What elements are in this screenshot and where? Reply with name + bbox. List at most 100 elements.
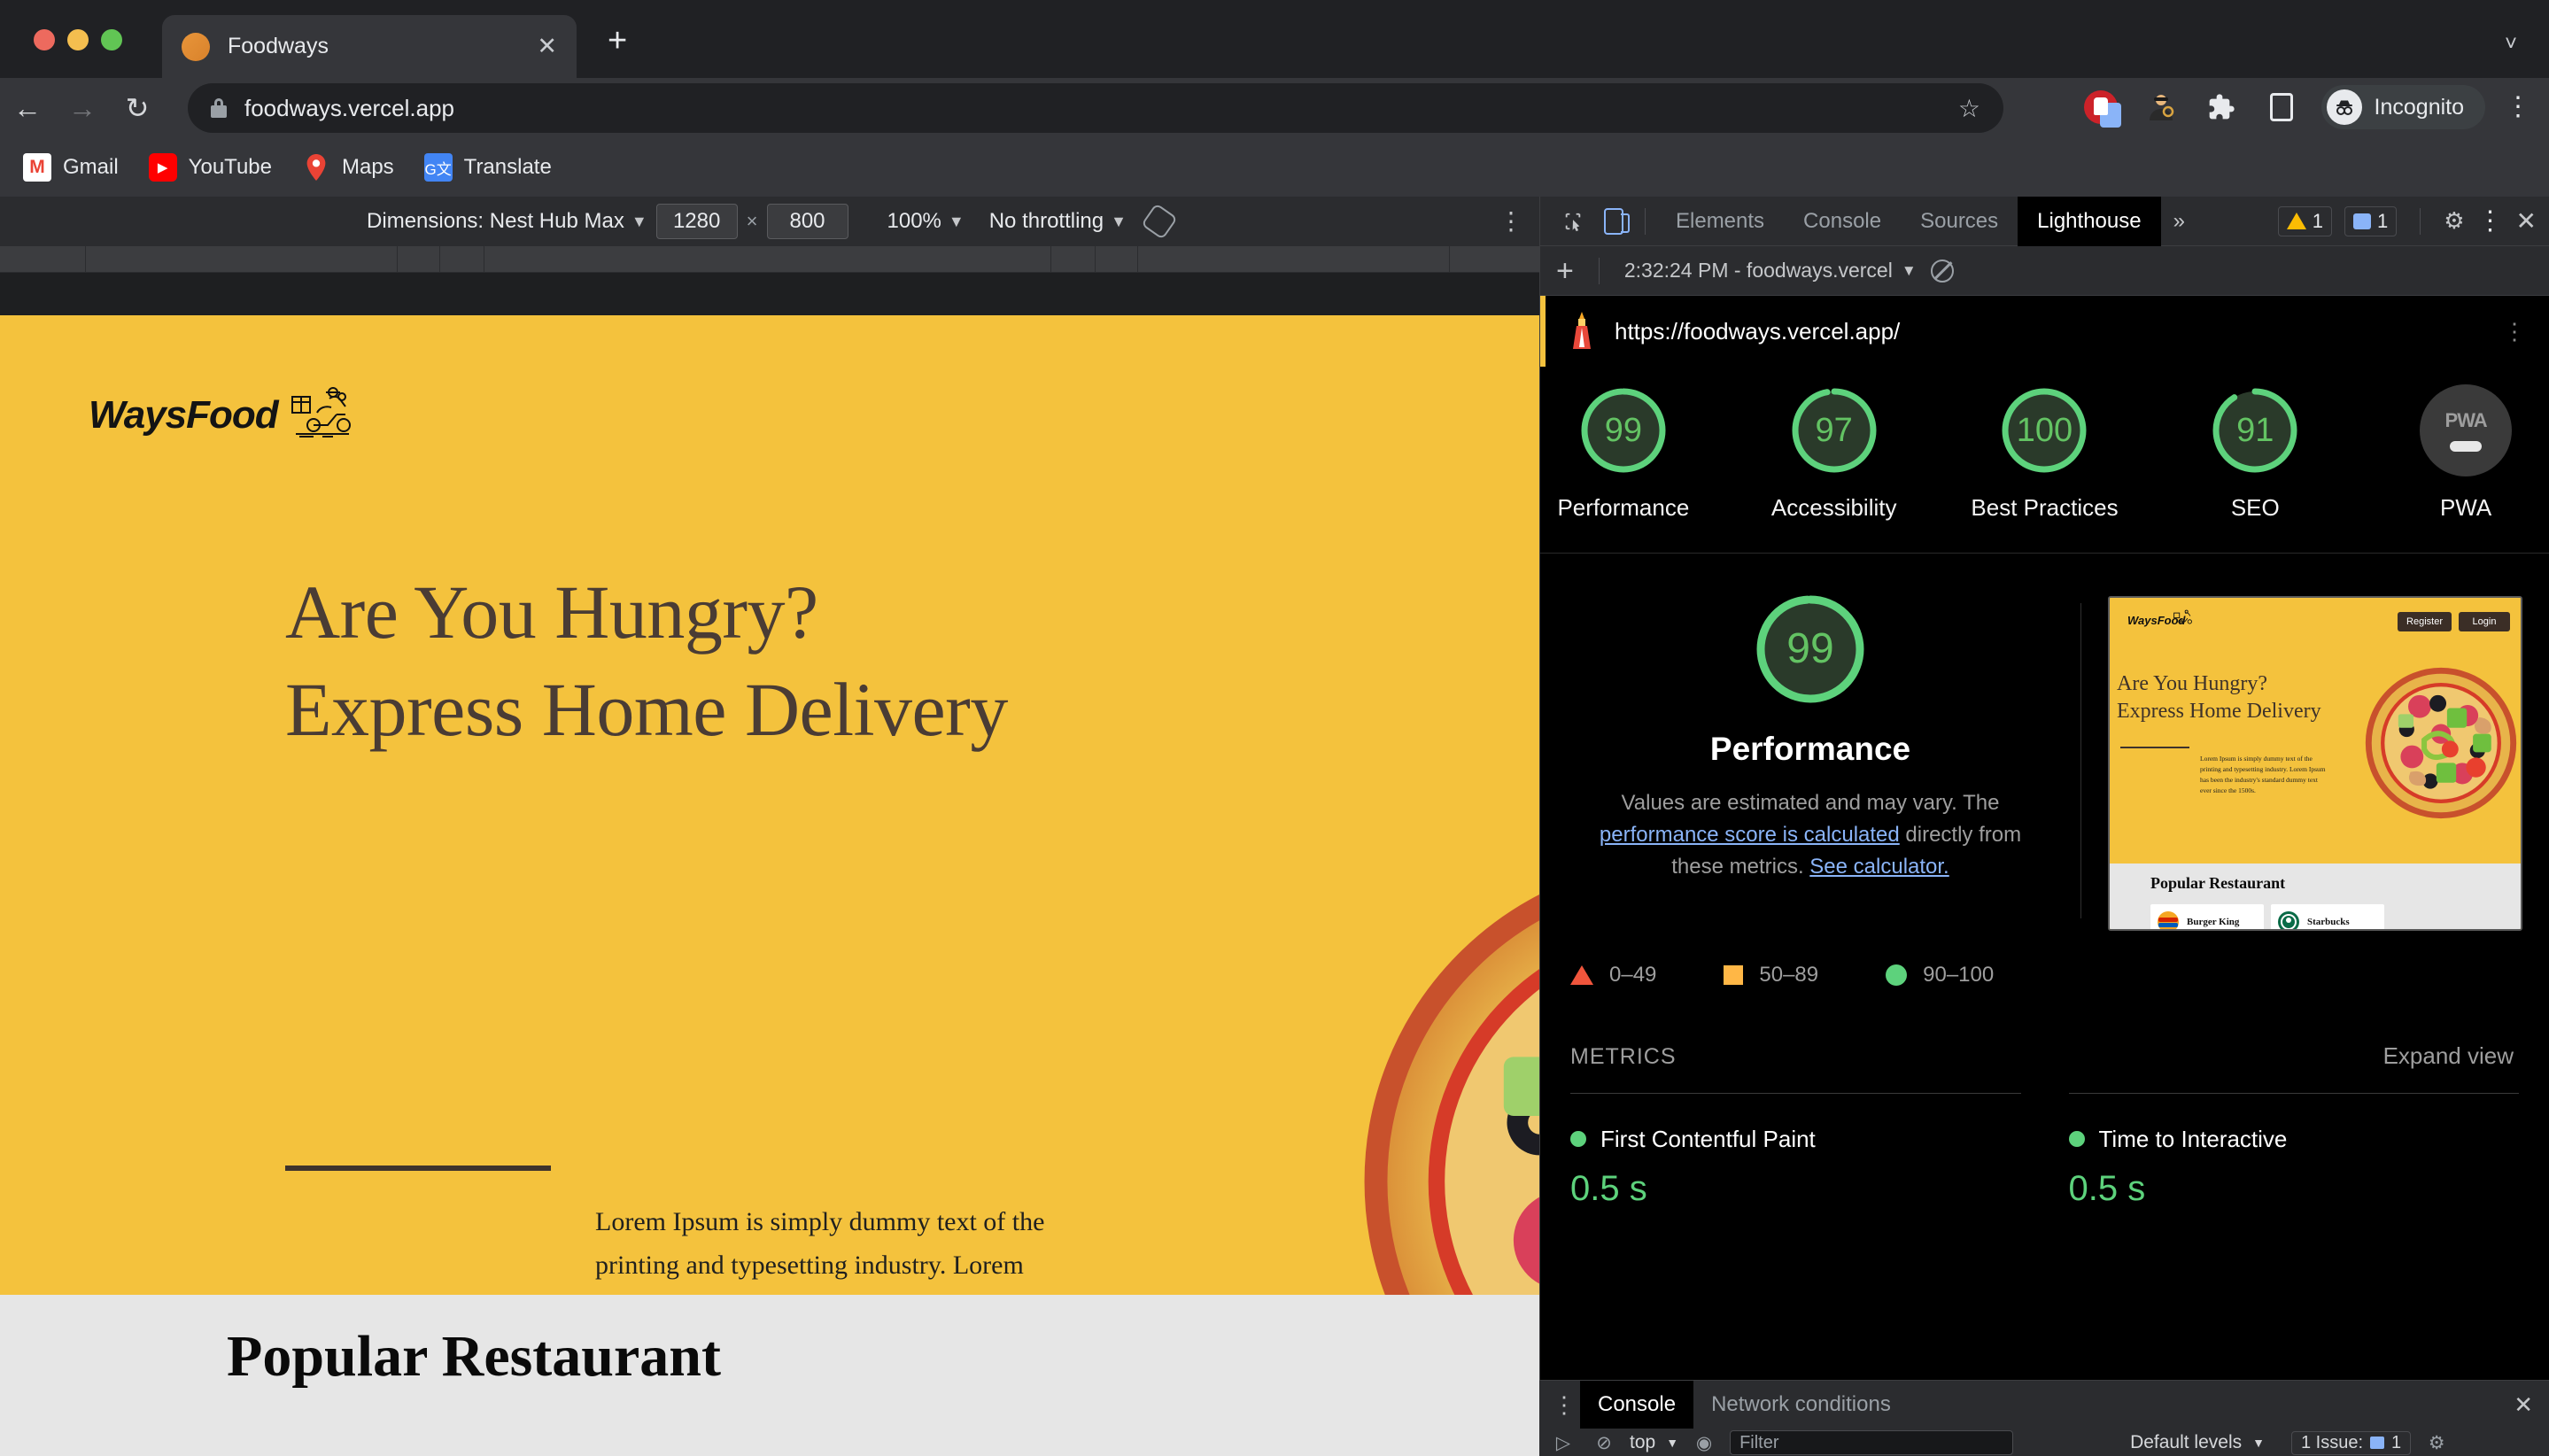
minimize-window-button[interactable] [67, 29, 89, 50]
close-window-button[interactable] [34, 29, 55, 50]
gauge-best-practices[interactable]: 100 Best Practices [1962, 384, 2128, 523]
filter-funnel-icon[interactable]: ◉ [1689, 1432, 1719, 1454]
drawer-tab-console[interactable]: Console [1580, 1381, 1694, 1429]
device-toolbar-menu-button[interactable]: ⋮ [1499, 208, 1523, 234]
youtube-icon: ▶ [148, 153, 177, 182]
device-toolbar-icon[interactable] [1593, 201, 1634, 242]
address-bar[interactable]: foodways.vercel.app ☆ [188, 83, 2003, 133]
incognito-person-icon[interactable] [2141, 87, 2181, 128]
tab-lighthouse[interactable]: Lighthouse [2018, 196, 2161, 246]
gauge-circle: 99 [1577, 384, 1670, 476]
issue-flag-icon [2370, 1437, 2385, 1449]
metrics-title: METRICS [1570, 1043, 1677, 1069]
chevron-down-icon[interactable]: ▼ [2252, 1436, 2265, 1450]
thumb-divider [2120, 746, 2189, 748]
lighthouse-run-label: 2:32:24 PM - foodways.vercel [1623, 259, 1893, 282]
extensions-puzzle-icon[interactable] [2201, 87, 2242, 128]
rotate-device-icon[interactable] [1141, 203, 1178, 240]
close-tab-icon[interactable]: ✕ [537, 35, 557, 58]
close-devtools-icon[interactable]: ✕ [2516, 206, 2537, 236]
side-panel-icon[interactable] [2261, 87, 2302, 128]
gauge-pwa[interactable]: PWA PWA [2382, 384, 2549, 523]
no-entry-icon[interactable] [1930, 259, 1954, 283]
bookmark-star-icon[interactable]: ☆ [1958, 94, 1980, 123]
browser-tab[interactable]: Foodways ✕ [162, 15, 577, 78]
pwa-dash-icon [2450, 441, 2483, 452]
console-filter-input[interactable]: Filter [1730, 1430, 2014, 1455]
dimensions-dropdown[interactable]: Dimensions: Nest Hub Max ▼ [367, 209, 647, 234]
no-entry-icon[interactable]: ⊘ [1589, 1432, 1619, 1454]
site-logo[interactable]: WaysFood [89, 384, 354, 438]
warning-triangle-icon [2286, 213, 2306, 229]
expand-view-button[interactable]: Expand view [2383, 1042, 2514, 1070]
starbucks-icon [2278, 910, 2299, 929]
gauge-seo[interactable]: 91 SEO [2172, 384, 2338, 523]
metric-status-icon [1570, 1131, 1586, 1148]
forward-button[interactable]: → [55, 92, 110, 125]
devtools-menu-button[interactable]: ⋮ [2477, 207, 2504, 234]
issue-flag-icon [2352, 213, 2371, 229]
gauge-accessibility[interactable]: 97 Accessibility [1751, 384, 1918, 523]
new-lighthouse-run-button[interactable]: + [1556, 256, 1574, 286]
throttling-dropdown[interactable]: No throttling ▼ [989, 209, 1127, 234]
close-drawer-icon[interactable]: ✕ [2514, 1391, 2549, 1419]
chevron-down-icon: ▼ [1111, 212, 1127, 230]
window-traffic-lights[interactable] [34, 29, 122, 50]
bookmarks-bar: M Gmail ▶ YouTube Maps G文 Translate [0, 138, 2549, 197]
thumb-popular-band: Popular Restaurant Burger King Starbucks [2110, 863, 2521, 929]
viewport-width-input[interactable]: 1280 [655, 204, 738, 239]
chevron-down-icon: ▼ [631, 212, 647, 230]
gear-icon[interactable]: ⚙ [2444, 207, 2464, 235]
bookmark-youtube[interactable]: ▶ YouTube [148, 153, 272, 182]
viewport-height-input[interactable]: 800 [766, 204, 848, 239]
thumb-restaurant-card: Starbucks [2271, 903, 2384, 929]
console-issues-badge[interactable]: 1 Issue: 1 [2290, 1430, 2412, 1455]
issues-badge[interactable]: 1 [2344, 205, 2398, 236]
reload-button[interactable]: ↻ [110, 91, 165, 125]
see-calculator-link[interactable]: See calculator. [1809, 855, 1949, 879]
bookmark-label: Maps [341, 155, 394, 179]
tab-favicon-icon [182, 32, 210, 61]
lighthouse-run-dropdown[interactable]: 2:32:24 PM - foodways.vercel ▼ [1624, 259, 1917, 283]
back-button[interactable]: ← [0, 92, 55, 125]
ublock-icon[interactable] [2080, 87, 2121, 128]
tab-sources[interactable]: Sources [1901, 197, 2018, 246]
console-settings-icon[interactable]: ⚙ [2421, 1432, 2452, 1454]
inspect-cursor-icon[interactable] [1553, 201, 1593, 242]
clear-console-icon[interactable]: ▷ [1548, 1432, 1578, 1454]
incognito-avatar-icon [2326, 89, 2362, 125]
gauge-label: Best Practices [1971, 494, 2119, 521]
legend-range: 90–100 [1923, 962, 1995, 987]
profile-button[interactable]: Incognito [2320, 85, 2485, 129]
emulated-page-viewport[interactable]: WaysFood Are You Hungry? Express Home De… [0, 315, 1539, 1456]
performance-title: Performance [1709, 730, 1911, 767]
metric-value: 0.5 s [1570, 1168, 1647, 1208]
browser-menu-button[interactable]: ⋮ [2505, 94, 2531, 120]
viewport-padding [0, 273, 1539, 319]
log-levels-dropdown[interactable]: Default levels [2130, 1432, 2242, 1453]
report-menu-button[interactable]: ⋮ [2503, 320, 2526, 344]
execution-context-label[interactable]: top [1630, 1432, 1655, 1453]
bookmark-maps[interactable]: Maps [302, 153, 394, 182]
metric-time-to-interactive[interactable]: Time to Interactive 0.5 s [2068, 1092, 2519, 1209]
thumb-popular-title: Popular Restaurant [2150, 873, 2286, 892]
tab-console[interactable]: Console [1784, 197, 1901, 246]
new-tab-button[interactable]: + [608, 24, 627, 58]
gauge-label: PWA [2439, 494, 2492, 521]
more-tabs-icon[interactable]: » [2161, 209, 2197, 234]
tab-search-chevron-down-icon[interactable]: ˅ [2505, 32, 2517, 57]
bookmark-gmail[interactable]: M Gmail [23, 153, 119, 182]
bookmark-translate[interactable]: G文 Translate [423, 153, 552, 182]
score-calculated-link[interactable]: performance score is calculated [1600, 823, 1900, 847]
metric-value: 0.5 s [2068, 1168, 2146, 1208]
maximize-window-button[interactable] [101, 29, 122, 50]
drawer-tab-network-conditions[interactable]: Network conditions [1693, 1381, 1909, 1429]
tab-elements[interactable]: Elements [1656, 197, 1784, 246]
drawer-menu-button[interactable]: ⋮ [1548, 1393, 1580, 1417]
viewport-ruler [0, 246, 1539, 273]
gauge-performance[interactable]: 99 Performance [1540, 384, 1707, 523]
chevron-down-icon[interactable]: ▼ [1666, 1436, 1678, 1450]
zoom-dropdown[interactable]: 100% ▼ [887, 209, 965, 234]
metric-first-contentful-paint[interactable]: First Contentful Paint 0.5 s [1570, 1092, 2021, 1209]
warnings-badge[interactable]: 1 [2277, 205, 2332, 236]
